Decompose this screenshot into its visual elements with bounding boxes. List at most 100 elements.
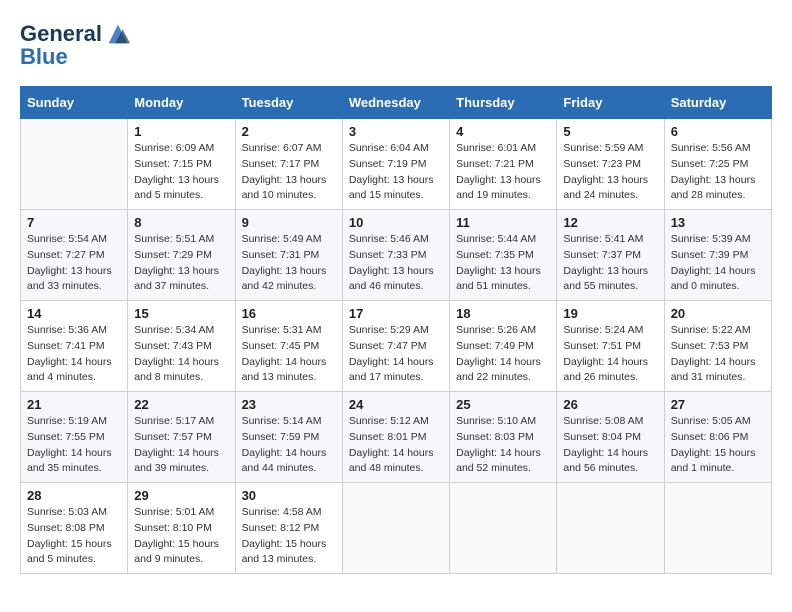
day-cell: 25 Sunrise: 5:10 AMSunset: 8:03 PMDaylig… [450, 392, 557, 483]
col-header-sunday: Sunday [21, 87, 128, 119]
day-number: 11 [456, 215, 550, 230]
day-detail: Sunrise: 5:19 AMSunset: 7:55 PMDaylight:… [27, 414, 121, 477]
day-cell [557, 483, 664, 574]
day-detail: Sunrise: 6:09 AMSunset: 7:15 PMDaylight:… [134, 141, 228, 204]
day-number: 3 [349, 124, 443, 139]
col-header-saturday: Saturday [664, 87, 771, 119]
day-detail: Sunrise: 5:56 AMSunset: 7:25 PMDaylight:… [671, 141, 765, 204]
col-header-tuesday: Tuesday [235, 87, 342, 119]
day-number: 4 [456, 124, 550, 139]
day-number: 9 [242, 215, 336, 230]
day-cell: 20 Sunrise: 5:22 AMSunset: 7:53 PMDaylig… [664, 301, 771, 392]
day-number: 8 [134, 215, 228, 230]
day-cell: 4 Sunrise: 6:01 AMSunset: 7:21 PMDayligh… [450, 119, 557, 210]
day-detail: Sunrise: 5:51 AMSunset: 7:29 PMDaylight:… [134, 232, 228, 295]
day-cell: 15 Sunrise: 5:34 AMSunset: 7:43 PMDaylig… [128, 301, 235, 392]
day-number: 27 [671, 397, 765, 412]
week-row-2: 7 Sunrise: 5:54 AMSunset: 7:27 PMDayligh… [21, 210, 772, 301]
day-detail: Sunrise: 5:26 AMSunset: 7:49 PMDaylight:… [456, 323, 550, 386]
day-detail: Sunrise: 5:54 AMSunset: 7:27 PMDaylight:… [27, 232, 121, 295]
day-cell: 21 Sunrise: 5:19 AMSunset: 7:55 PMDaylig… [21, 392, 128, 483]
logo: General Blue [20, 20, 132, 70]
day-detail: Sunrise: 5:44 AMSunset: 7:35 PMDaylight:… [456, 232, 550, 295]
day-number: 15 [134, 306, 228, 321]
day-cell: 14 Sunrise: 5:36 AMSunset: 7:41 PMDaylig… [21, 301, 128, 392]
day-number: 5 [563, 124, 657, 139]
col-header-friday: Friday [557, 87, 664, 119]
day-detail: Sunrise: 6:07 AMSunset: 7:17 PMDaylight:… [242, 141, 336, 204]
day-number: 26 [563, 397, 657, 412]
day-number: 6 [671, 124, 765, 139]
day-number: 21 [27, 397, 121, 412]
day-cell: 28 Sunrise: 5:03 AMSunset: 8:08 PMDaylig… [21, 483, 128, 574]
day-cell: 10 Sunrise: 5:46 AMSunset: 7:33 PMDaylig… [342, 210, 449, 301]
day-detail: Sunrise: 5:24 AMSunset: 7:51 PMDaylight:… [563, 323, 657, 386]
day-detail: Sunrise: 5:12 AMSunset: 8:01 PMDaylight:… [349, 414, 443, 477]
day-detail: Sunrise: 5:46 AMSunset: 7:33 PMDaylight:… [349, 232, 443, 295]
week-row-4: 21 Sunrise: 5:19 AMSunset: 7:55 PMDaylig… [21, 392, 772, 483]
day-cell: 6 Sunrise: 5:56 AMSunset: 7:25 PMDayligh… [664, 119, 771, 210]
page-header: General Blue [20, 20, 772, 70]
day-cell: 26 Sunrise: 5:08 AMSunset: 8:04 PMDaylig… [557, 392, 664, 483]
day-number: 19 [563, 306, 657, 321]
day-cell: 8 Sunrise: 5:51 AMSunset: 7:29 PMDayligh… [128, 210, 235, 301]
calendar-table: SundayMondayTuesdayWednesdayThursdayFrid… [20, 86, 772, 574]
day-number: 7 [27, 215, 121, 230]
day-number: 22 [134, 397, 228, 412]
logo-icon [104, 20, 132, 48]
day-detail: Sunrise: 6:04 AMSunset: 7:19 PMDaylight:… [349, 141, 443, 204]
day-detail: Sunrise: 5:05 AMSunset: 8:06 PMDaylight:… [671, 414, 765, 477]
day-detail: Sunrise: 5:01 AMSunset: 8:10 PMDaylight:… [134, 505, 228, 568]
day-number: 2 [242, 124, 336, 139]
day-cell: 1 Sunrise: 6:09 AMSunset: 7:15 PMDayligh… [128, 119, 235, 210]
day-cell: 22 Sunrise: 5:17 AMSunset: 7:57 PMDaylig… [128, 392, 235, 483]
day-detail: Sunrise: 5:29 AMSunset: 7:47 PMDaylight:… [349, 323, 443, 386]
day-cell: 11 Sunrise: 5:44 AMSunset: 7:35 PMDaylig… [450, 210, 557, 301]
day-detail: Sunrise: 5:34 AMSunset: 7:43 PMDaylight:… [134, 323, 228, 386]
day-number: 25 [456, 397, 550, 412]
day-cell: 7 Sunrise: 5:54 AMSunset: 7:27 PMDayligh… [21, 210, 128, 301]
day-cell: 29 Sunrise: 5:01 AMSunset: 8:10 PMDaylig… [128, 483, 235, 574]
day-cell: 30 Sunrise: 4:58 AMSunset: 8:12 PMDaylig… [235, 483, 342, 574]
day-detail: Sunrise: 5:36 AMSunset: 7:41 PMDaylight:… [27, 323, 121, 386]
week-row-1: 1 Sunrise: 6:09 AMSunset: 7:15 PMDayligh… [21, 119, 772, 210]
day-detail: Sunrise: 6:01 AMSunset: 7:21 PMDaylight:… [456, 141, 550, 204]
day-cell [21, 119, 128, 210]
day-cell: 9 Sunrise: 5:49 AMSunset: 7:31 PMDayligh… [235, 210, 342, 301]
day-detail: Sunrise: 4:58 AMSunset: 8:12 PMDaylight:… [242, 505, 336, 568]
day-number: 29 [134, 488, 228, 503]
day-number: 13 [671, 215, 765, 230]
day-detail: Sunrise: 5:08 AMSunset: 8:04 PMDaylight:… [563, 414, 657, 477]
day-number: 18 [456, 306, 550, 321]
col-header-thursday: Thursday [450, 87, 557, 119]
day-cell: 18 Sunrise: 5:26 AMSunset: 7:49 PMDaylig… [450, 301, 557, 392]
day-cell: 17 Sunrise: 5:29 AMSunset: 7:47 PMDaylig… [342, 301, 449, 392]
day-cell [342, 483, 449, 574]
day-detail: Sunrise: 5:14 AMSunset: 7:59 PMDaylight:… [242, 414, 336, 477]
day-number: 24 [349, 397, 443, 412]
col-header-monday: Monday [128, 87, 235, 119]
day-cell [450, 483, 557, 574]
day-cell [664, 483, 771, 574]
day-number: 1 [134, 124, 228, 139]
logo-text: General [20, 22, 102, 46]
day-detail: Sunrise: 5:31 AMSunset: 7:45 PMDaylight:… [242, 323, 336, 386]
day-number: 20 [671, 306, 765, 321]
day-cell: 3 Sunrise: 6:04 AMSunset: 7:19 PMDayligh… [342, 119, 449, 210]
day-detail: Sunrise: 5:41 AMSunset: 7:37 PMDaylight:… [563, 232, 657, 295]
day-detail: Sunrise: 5:22 AMSunset: 7:53 PMDaylight:… [671, 323, 765, 386]
day-number: 28 [27, 488, 121, 503]
day-detail: Sunrise: 5:49 AMSunset: 7:31 PMDaylight:… [242, 232, 336, 295]
week-row-3: 14 Sunrise: 5:36 AMSunset: 7:41 PMDaylig… [21, 301, 772, 392]
column-headers: SundayMondayTuesdayWednesdayThursdayFrid… [21, 87, 772, 119]
day-detail: Sunrise: 5:03 AMSunset: 8:08 PMDaylight:… [27, 505, 121, 568]
day-number: 14 [27, 306, 121, 321]
day-cell: 27 Sunrise: 5:05 AMSunset: 8:06 PMDaylig… [664, 392, 771, 483]
day-detail: Sunrise: 5:59 AMSunset: 7:23 PMDaylight:… [563, 141, 657, 204]
day-number: 23 [242, 397, 336, 412]
day-detail: Sunrise: 5:39 AMSunset: 7:39 PMDaylight:… [671, 232, 765, 295]
day-detail: Sunrise: 5:17 AMSunset: 7:57 PMDaylight:… [134, 414, 228, 477]
day-number: 16 [242, 306, 336, 321]
week-row-5: 28 Sunrise: 5:03 AMSunset: 8:08 PMDaylig… [21, 483, 772, 574]
day-number: 12 [563, 215, 657, 230]
